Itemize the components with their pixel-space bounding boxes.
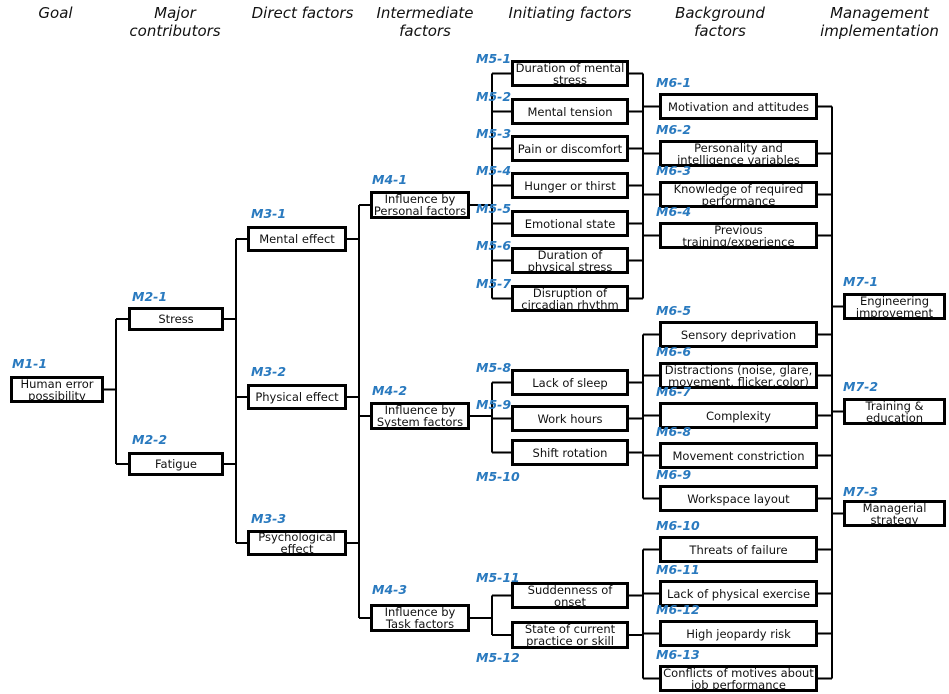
factor-code-label: M2-2 xyxy=(132,432,168,447)
factor-box-m5-11: Suddenness of onset xyxy=(511,582,629,609)
factor-code-label: M6-12 xyxy=(656,602,700,617)
factor-code-label: M5-2 xyxy=(476,89,512,104)
factor-box-m5-2: Mental tension xyxy=(511,98,629,125)
factor-box-m5-9: Work hours xyxy=(511,405,629,432)
factor-box-m2-2: Fatigue xyxy=(128,452,224,476)
factor-box-m5-3: Pain or discomfort xyxy=(511,135,629,162)
column-header: Initiating factors xyxy=(508,4,632,22)
factor-code-label: M3-3 xyxy=(251,511,287,526)
factor-code-label: M5-11 xyxy=(476,570,520,585)
factor-code-label: M6-2 xyxy=(656,122,692,137)
factor-code-label: M1-1 xyxy=(12,356,48,371)
factor-box-m5-6: Duration of physical stress xyxy=(511,247,629,274)
factor-box-m5-1: Duration of mental stress xyxy=(511,60,629,87)
factor-code-label: M2-1 xyxy=(132,289,168,304)
factor-code-label: M6-4 xyxy=(656,204,692,219)
column-header: Background factors xyxy=(675,4,765,40)
factor-code-label: M6-9 xyxy=(656,467,692,482)
factor-box-m6-8: Movement constriction xyxy=(659,442,818,469)
factor-code-label: M4-2 xyxy=(372,383,408,398)
factor-box-m4-1: Influence by Personal factors xyxy=(370,191,470,219)
factor-code-label: M5-1 xyxy=(476,51,512,66)
factor-code-label: M5-8 xyxy=(476,360,512,375)
factor-box-m3-3: Psychological effect xyxy=(247,530,347,556)
factor-box-m5-5: Emotional state xyxy=(511,210,629,237)
factor-code-label: M6-5 xyxy=(656,303,692,318)
factor-box-m2-1: Stress xyxy=(128,307,224,331)
factor-code-label: M3-1 xyxy=(251,206,287,221)
column-header: Goal xyxy=(38,4,73,22)
factor-code-label: M6-8 xyxy=(656,424,692,439)
factor-box-m4-3: Influence by Task factors xyxy=(370,604,470,632)
factor-box-m6-12: High jeopardy risk xyxy=(659,620,818,647)
factor-code-label: M7-2 xyxy=(843,379,879,394)
factor-code-label: M6-11 xyxy=(656,562,700,577)
factor-box-m3-1: Mental effect xyxy=(247,226,347,252)
factor-box-m5-7: Disruption of circadian rhythm xyxy=(511,285,629,312)
factor-code-label: M4-3 xyxy=(372,582,408,597)
factor-code-label: M5-4 xyxy=(476,163,512,178)
factor-code-label: M7-1 xyxy=(843,274,879,289)
factor-box-m6-9: Workspace layout xyxy=(659,485,818,512)
factor-code-label: M5-6 xyxy=(476,238,512,253)
factor-code-label: M7-3 xyxy=(843,484,879,499)
factor-code-label: M6-13 xyxy=(656,647,700,662)
factor-box-m5-12: State of current practice or skill xyxy=(511,621,629,649)
factor-box-m5-10: Shift rotation xyxy=(511,439,629,466)
factor-code-label: M5-12 xyxy=(476,650,520,665)
column-header: Intermediate factors xyxy=(376,4,474,40)
factor-code-label: M5-3 xyxy=(476,126,512,141)
factor-code-label: M5-5 xyxy=(476,201,512,216)
factor-box-m6-4: Previous training/experience xyxy=(659,222,818,249)
factor-code-label: M5-7 xyxy=(476,276,512,291)
factor-box-m3-2: Physical effect xyxy=(247,384,347,410)
column-header: Direct factors xyxy=(251,4,354,22)
factor-box-m5-4: Hunger or thirst xyxy=(511,172,629,199)
factor-code-label: M6-3 xyxy=(656,163,692,178)
factor-code-label: M4-1 xyxy=(372,172,408,187)
factor-box-m6-1: Motivation and attitudes xyxy=(659,93,818,120)
factor-box-m5-8: Lack of sleep xyxy=(511,369,629,396)
column-header: Major contributors xyxy=(129,4,221,40)
column-header: Management implementation xyxy=(820,4,939,40)
factor-box-m7-1: Engineering improvement xyxy=(843,293,946,320)
factor-code-label: M6-7 xyxy=(656,384,692,399)
factor-code-label: M6-1 xyxy=(656,75,692,90)
factor-code-label: M6-10 xyxy=(656,518,700,533)
factor-box-m4-2: Influence by System factors xyxy=(370,402,470,430)
factor-hierarchy-diagram: Goal Major contributors Direct factors Inte… xyxy=(0,0,949,694)
factor-box-m1-1: Human error possibility xyxy=(10,376,104,403)
factor-code-label: M3-2 xyxy=(251,364,287,379)
factor-code-label: M5-9 xyxy=(476,397,512,412)
factor-box-m7-2: Training & education xyxy=(843,398,946,425)
factor-box-m6-13: Conflicts of motives about job performan… xyxy=(659,665,818,692)
factor-code-label: M6-6 xyxy=(656,344,692,359)
factor-box-m7-3: Managerial strategy xyxy=(843,500,946,527)
factor-code-label: M5-10 xyxy=(476,469,520,484)
factor-box-m6-10: Threats of failure xyxy=(659,536,818,563)
